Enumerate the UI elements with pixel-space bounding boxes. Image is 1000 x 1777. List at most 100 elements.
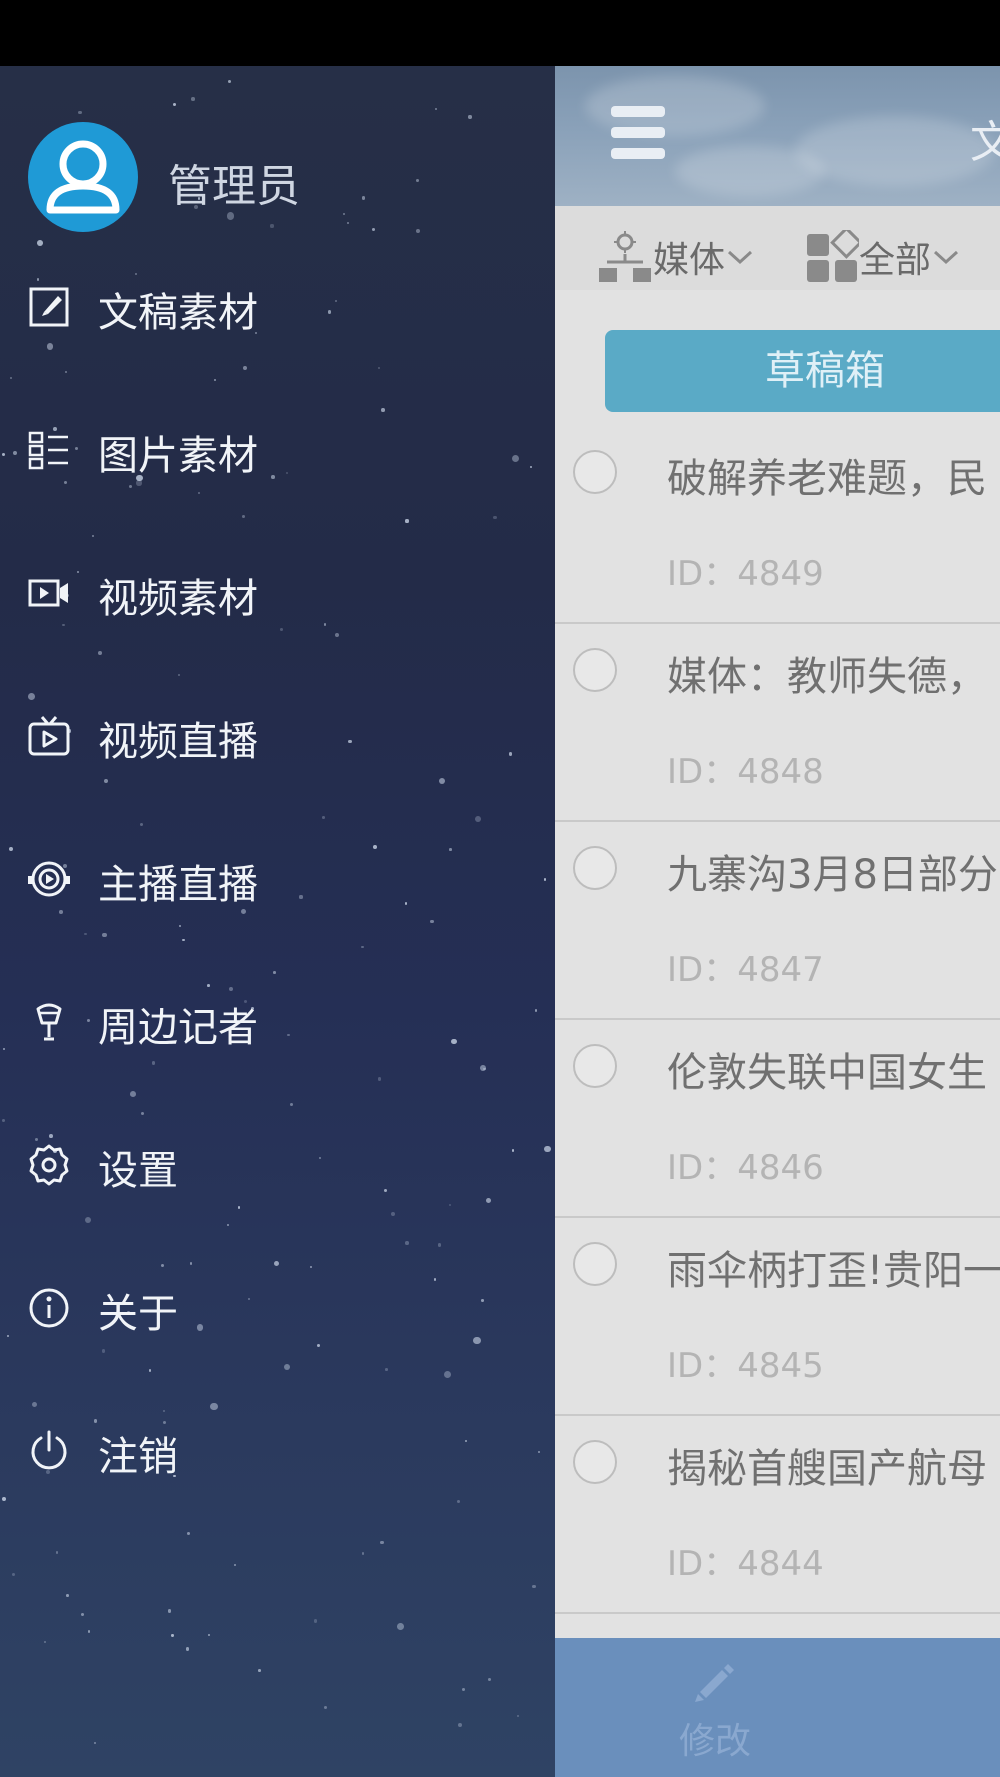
select-radio[interactable] xyxy=(573,1044,617,1088)
star-dot xyxy=(84,1216,92,1224)
list-item[interactable]: 九寨沟3月8日部分 ID：4847 xyxy=(555,822,1000,1020)
chevron-down-icon xyxy=(934,250,959,265)
nav-item-images[interactable]: 图片素材 xyxy=(0,401,555,497)
edit-doc-icon xyxy=(29,287,69,327)
star-dot xyxy=(487,1677,492,1681)
avatar[interactable] xyxy=(28,122,138,232)
select-radio[interactable] xyxy=(573,1242,617,1286)
list-item[interactable]: 伦敦失联中国女生 ID：4846 xyxy=(555,1020,1000,1218)
star-dot xyxy=(258,1669,262,1672)
gear-icon xyxy=(29,1144,69,1186)
nav-item-nearby-reporters[interactable]: 周边记者 xyxy=(0,973,555,1069)
nav-label: 周边记者 xyxy=(98,1005,258,1051)
category-filter-label: 全部 xyxy=(859,240,932,281)
pencil-icon xyxy=(695,1664,734,1702)
edit-button-label: 修改 xyxy=(678,1721,751,1762)
list-item[interactable]: 破解养老难题，民 ID：4849 xyxy=(555,426,1000,624)
item-title: 九寨沟3月8日部分 xyxy=(667,852,998,898)
power-icon xyxy=(31,1430,67,1470)
star-dot xyxy=(64,370,67,373)
star-dot xyxy=(390,1211,396,1217)
main-content: 文 媒体 全部 草稿箱 破解养老难题，民 ID：4849 媒体：教师失德， ID… xyxy=(555,66,1000,1777)
article-list: 破解养老难题，民 ID：4849 媒体：教师失德， ID：4848 九寨沟3月8… xyxy=(555,426,1000,1614)
item-id: ID：4847 xyxy=(667,950,824,990)
video-camera-icon xyxy=(28,579,68,607)
list-item[interactable]: 揭秘首艘国产航母 ID：4844 xyxy=(555,1416,1000,1614)
star-dot xyxy=(322,815,325,819)
star-dot xyxy=(443,1370,452,1379)
star-dot xyxy=(84,932,87,936)
star-dot xyxy=(283,1364,290,1371)
nav-label: 视频素材 xyxy=(98,576,258,622)
star-dot xyxy=(93,1741,97,1745)
star-dot xyxy=(129,1091,136,1097)
star-dot xyxy=(372,228,376,232)
star-dot xyxy=(182,938,185,942)
main-header: 文 xyxy=(555,66,1000,206)
star-dot xyxy=(55,1551,59,1554)
item-title: 揭秘首艘国产航母 xyxy=(667,1446,987,1492)
select-radio[interactable] xyxy=(573,846,617,890)
tv-play-icon xyxy=(28,716,70,756)
star-dot xyxy=(102,932,108,938)
category-filter[interactable]: 全部 xyxy=(805,230,961,284)
star-dot xyxy=(377,1077,382,1081)
star-dot xyxy=(532,1584,536,1589)
item-id: ID：4846 xyxy=(667,1148,824,1188)
star-dot xyxy=(361,1551,365,1555)
star-dot xyxy=(78,110,82,115)
select-radio[interactable] xyxy=(573,450,617,494)
star-dot xyxy=(323,1706,327,1710)
star-dot xyxy=(43,1640,47,1644)
star-dot xyxy=(243,366,248,371)
select-radio[interactable] xyxy=(573,648,617,692)
star-dot xyxy=(9,376,12,379)
nav-item-about[interactable]: 关于 xyxy=(0,1259,555,1355)
media-filter[interactable]: 媒体 xyxy=(597,230,755,284)
microphone-icon xyxy=(36,1003,62,1041)
star-dot xyxy=(313,1619,318,1623)
star-dot xyxy=(416,179,420,183)
star-dot xyxy=(36,239,43,246)
nav-item-settings[interactable]: 设置 xyxy=(0,1116,555,1212)
star-dot xyxy=(140,1111,145,1116)
nav-item-video-live[interactable]: 视频直播 xyxy=(0,687,555,783)
item-title: 雨伞柄打歪!贵阳一 xyxy=(667,1248,1000,1294)
broadcast-icon xyxy=(28,861,70,897)
nav-label: 文稿素材 xyxy=(98,290,258,336)
star-dot xyxy=(343,212,346,215)
star-dot xyxy=(377,366,381,369)
star-dot xyxy=(492,515,497,520)
star-dot xyxy=(397,1623,405,1630)
star-dot xyxy=(462,1687,466,1691)
draft-box-button[interactable]: 草稿箱 xyxy=(605,330,1000,412)
star-dot xyxy=(270,224,274,228)
menu-icon[interactable] xyxy=(611,106,665,160)
nav-item-anchor-live[interactable]: 主播直播 xyxy=(0,830,555,926)
star-dot xyxy=(361,196,366,200)
star-dot xyxy=(191,97,195,101)
navigation-drawer: 管理员 文稿素材 图片素材 视频素材 视频直播 主播直播 周边记者 设置 关于 … xyxy=(0,66,555,1777)
user-icon xyxy=(46,140,120,214)
star-dot xyxy=(178,673,181,676)
star-dot xyxy=(234,1563,237,1566)
nav-item-logout[interactable]: 注销 xyxy=(0,1402,555,1498)
star-dot xyxy=(289,1103,293,1107)
select-radio[interactable] xyxy=(573,1440,617,1484)
star-dot xyxy=(148,1369,151,1372)
chevron-down-icon xyxy=(728,250,753,265)
user-name: 管理员 xyxy=(168,161,300,212)
star-dot xyxy=(437,1243,442,1247)
item-title: 破解养老难题，民 xyxy=(667,456,987,502)
list-item[interactable]: 媒体：教师失德， ID：4848 xyxy=(555,624,1000,822)
nav-label: 注销 xyxy=(98,1434,178,1480)
nav-item-videos[interactable]: 视频素材 xyxy=(0,544,555,640)
star-dot xyxy=(379,1540,384,1545)
status-bar xyxy=(0,0,1000,66)
filter-bar: 媒体 全部 xyxy=(555,206,1000,290)
list-item[interactable]: 雨伞柄打歪!贵阳一 ID：4845 xyxy=(555,1218,1000,1416)
star-dot xyxy=(241,514,245,518)
star-dot xyxy=(458,1722,463,1727)
edit-button[interactable]: 修改 xyxy=(660,1658,770,1764)
nav-item-documents[interactable]: 文稿素材 xyxy=(0,258,555,354)
